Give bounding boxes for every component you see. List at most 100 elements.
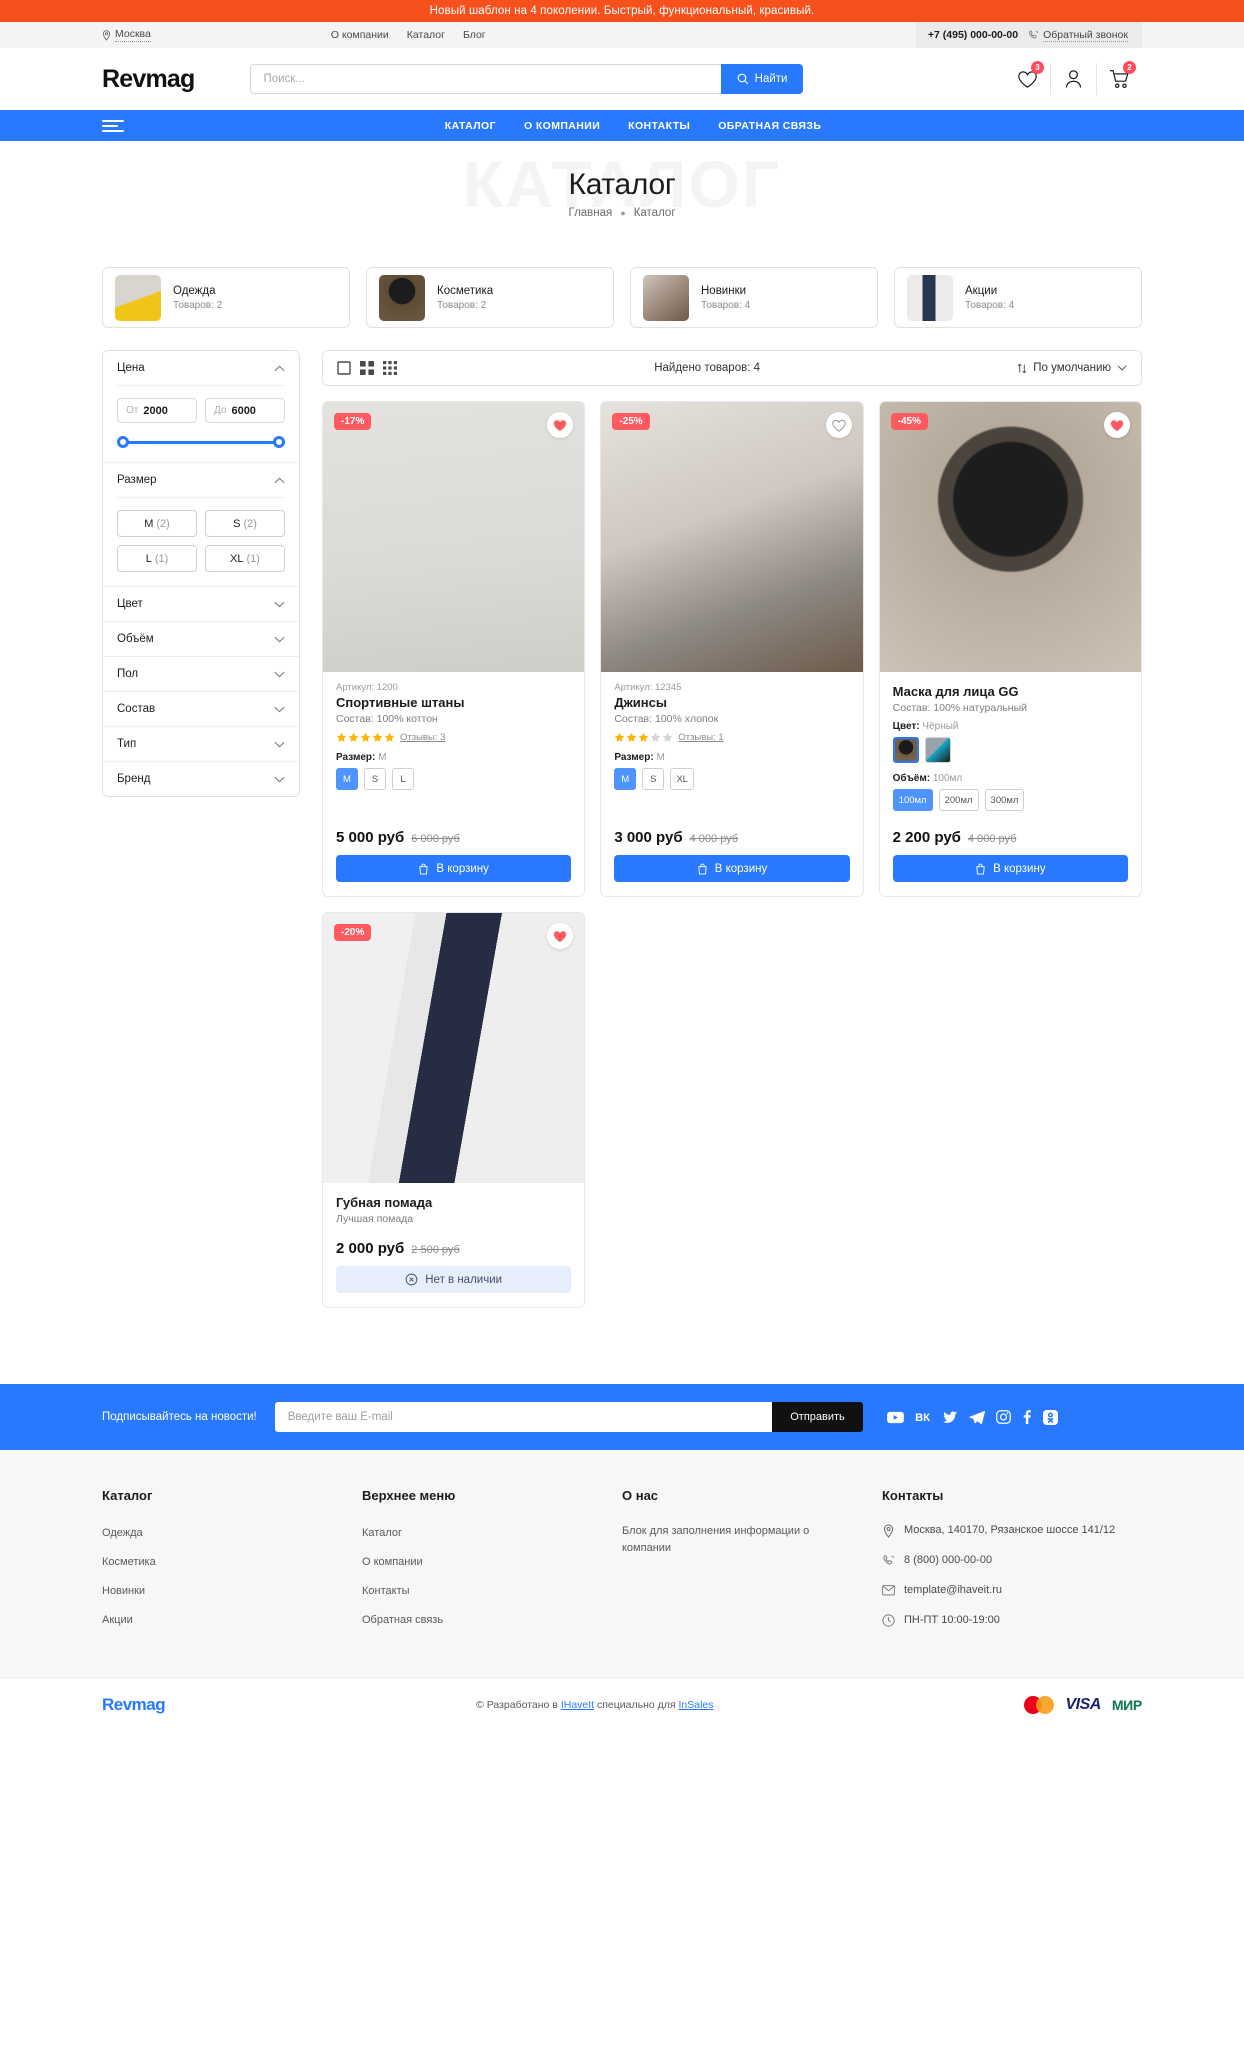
city-selector[interactable]: Москва: [102, 28, 151, 42]
price-range-slider[interactable]: [117, 436, 285, 448]
category-count: Товаров: 4: [701, 299, 751, 311]
twitter-icon[interactable]: [942, 1411, 958, 1424]
util-link-about[interactable]: О компании: [331, 29, 389, 41]
menu-burger-icon[interactable]: [102, 119, 124, 132]
add-to-cart-button[interactable]: В корзину: [336, 855, 572, 882]
category-card-akcii[interactable]: Акции Товаров: 4: [894, 267, 1142, 328]
option-l[interactable]: L: [392, 768, 414, 790]
product-name[interactable]: Губная помада: [336, 1195, 571, 1210]
color-swatch-black[interactable]: [892, 737, 919, 763]
product-card[interactable]: -20% Губная помада Лучшая помада 2 000 р…: [322, 912, 586, 1308]
filter-color-header[interactable]: Цвет: [117, 587, 285, 621]
option-m[interactable]: M: [336, 768, 358, 790]
product-name[interactable]: Спортивные штаны: [336, 695, 571, 710]
nav-item-about[interactable]: О КОМПАНИИ: [524, 120, 600, 132]
account-button[interactable]: [1050, 63, 1096, 95]
footer-link-kosmetika[interactable]: Косметика: [102, 1556, 156, 1568]
subscribe-email-input[interactable]: [274, 1402, 773, 1432]
footer-link-feedback[interactable]: Обратная связь: [362, 1614, 443, 1626]
util-link-blog[interactable]: Блог: [463, 29, 486, 41]
sort-dropdown[interactable]: По умолчанию: [1017, 362, 1127, 374]
product-image[interactable]: -25%: [601, 402, 863, 672]
product-image[interactable]: -45%: [879, 402, 1141, 672]
add-to-cart-button[interactable]: В корзину: [892, 855, 1128, 882]
subscribe-submit-button[interactable]: Отправить: [772, 1402, 863, 1432]
search-button[interactable]: Найти: [720, 64, 804, 94]
vk-icon[interactable]: ВК: [915, 1411, 932, 1424]
callback-button[interactable]: Обратный звонок: [1028, 29, 1128, 42]
favorite-toggle[interactable]: [547, 412, 574, 438]
filter-size-l[interactable]: L (1): [117, 545, 197, 572]
favorite-toggle[interactable]: [1104, 412, 1130, 438]
view-list-icon[interactable]: [337, 361, 351, 375]
nav-item-contacts[interactable]: КОНТАКТЫ: [628, 120, 690, 132]
instagram-icon[interactable]: [995, 1410, 1011, 1424]
telegram-icon[interactable]: [969, 1410, 985, 1424]
product-name[interactable]: Джинсы: [614, 695, 849, 710]
filter-gender-header[interactable]: Пол: [117, 657, 285, 691]
view-grid-3-icon[interactable]: [383, 361, 397, 375]
filter-type-header[interactable]: Тип: [117, 727, 285, 761]
price-to-input[interactable]: До 6000: [205, 398, 285, 423]
option-xl[interactable]: XL: [670, 768, 694, 790]
add-to-cart-button[interactable]: В корзину: [614, 855, 850, 882]
product-reviews-link[interactable]: Отзывы: 3: [400, 732, 445, 743]
facebook-icon[interactable]: [1022, 1410, 1032, 1424]
search-input[interactable]: [250, 64, 721, 94]
cart-button[interactable]: 2: [1096, 61, 1142, 95]
footer-link-contacts[interactable]: Контакты: [362, 1585, 410, 1597]
slider-handle-min[interactable]: [117, 436, 129, 448]
product-name[interactable]: Маска для лица GG: [893, 684, 1128, 699]
option-100ml[interactable]: 100мл: [892, 789, 933, 811]
header-phone[interactable]: +7 (495) 000-00-00: [928, 29, 1018, 41]
footer-link-catalog[interactable]: Каталог: [362, 1527, 402, 1539]
filter-price-header[interactable]: Цена: [117, 351, 285, 385]
category-card-kosmetika[interactable]: Косметика Товаров: 2: [366, 267, 614, 328]
option-300ml[interactable]: 300мл: [984, 789, 1025, 811]
price-from-input[interactable]: От 2000: [117, 398, 197, 423]
option-m[interactable]: M: [614, 768, 637, 790]
category-card-novinki[interactable]: Новинки Товаров: 4: [630, 267, 878, 328]
category-card-odezhda[interactable]: Одежда Товаров: 2: [102, 267, 350, 328]
copyright-link-ihaveit[interactable]: IHaveIt: [561, 1699, 594, 1711]
slider-handle-max[interactable]: [273, 436, 285, 448]
filter-group-size: Размер M (2) S (2) L (1) XL (1): [103, 462, 299, 586]
product-image[interactable]: -20%: [323, 913, 585, 1183]
footer-link-about[interactable]: О компании: [362, 1556, 423, 1568]
filter-size-s[interactable]: S (2): [205, 510, 285, 537]
copyright-link-insales[interactable]: InSales: [679, 1699, 714, 1711]
filter-size-m[interactable]: M (2): [117, 510, 197, 537]
filter-brand-header[interactable]: Бренд: [117, 762, 285, 796]
filter-volume-header[interactable]: Объём: [117, 622, 285, 656]
footer-link-odezhda[interactable]: Одежда: [102, 1527, 143, 1539]
util-link-catalog[interactable]: Каталог: [407, 29, 445, 41]
footer-link-novinki[interactable]: Новинки: [102, 1585, 145, 1597]
product-card[interactable]: -25% Артикул: 12345 Джинсы Состав: 100% …: [600, 401, 864, 897]
footer-email[interactable]: template@ihaveit.ru: [882, 1583, 1120, 1599]
breadcrumb-home[interactable]: Главная: [568, 207, 612, 219]
youtube-icon[interactable]: [886, 1411, 904, 1424]
favorite-toggle[interactable]: [547, 923, 574, 949]
option-200ml[interactable]: 200мл: [938, 789, 979, 811]
view-grid-2-icon[interactable]: [360, 361, 374, 375]
product-card[interactable]: -45% Маска для лица GG Состав: 100% нату…: [878, 401, 1142, 897]
odnoklassniki-icon[interactable]: [1042, 1409, 1058, 1425]
product-card[interactable]: -17% Артикул: 1200 Спортивные штаны Сост…: [322, 401, 586, 897]
option-s[interactable]: S: [642, 768, 665, 790]
footer-phone[interactable]: 8 (800) 000-00-00: [882, 1553, 1120, 1569]
product-reviews-link[interactable]: Отзывы: 1: [678, 732, 723, 743]
favorites-button[interactable]: 3: [1004, 61, 1050, 95]
site-logo[interactable]: Revmag: [102, 65, 195, 94]
filter-composition-header[interactable]: Состав: [117, 692, 285, 726]
footer-logo[interactable]: Revmag: [102, 1695, 166, 1715]
nav-item-feedback[interactable]: ОБРАТНАЯ СВЯЗЬ: [718, 120, 821, 132]
footer-address-text: Москва, 140170, Рязанское шоссе 141/12: [904, 1524, 1116, 1536]
filter-size-header[interactable]: Размер: [117, 463, 285, 497]
filter-size-xl[interactable]: XL (1): [205, 545, 285, 572]
favorite-toggle[interactable]: [825, 412, 852, 438]
footer-link-akcii[interactable]: Акции: [102, 1614, 133, 1626]
option-s[interactable]: S: [364, 768, 386, 790]
product-image[interactable]: -17%: [323, 402, 585, 672]
nav-item-catalog[interactable]: КАТАЛОГ: [445, 120, 496, 132]
color-swatch-blue[interactable]: [924, 737, 951, 763]
